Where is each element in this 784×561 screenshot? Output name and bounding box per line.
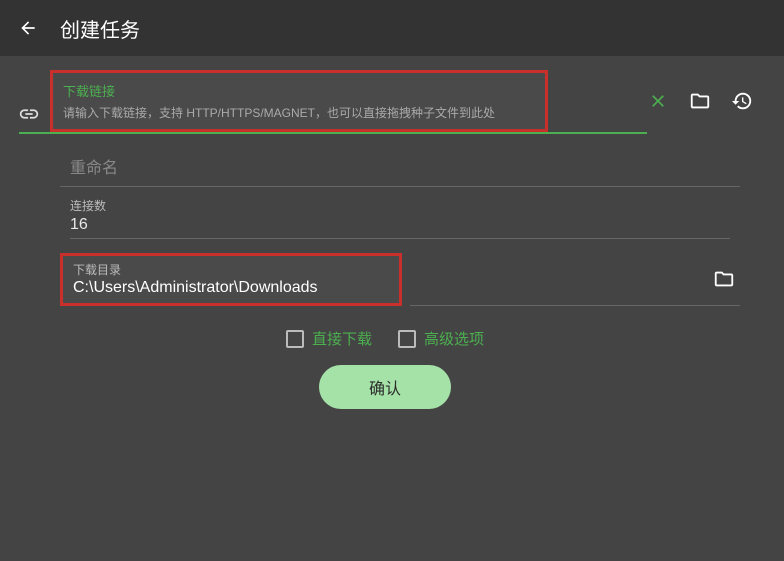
advanced-options-label: 高级选项 [424, 328, 484, 349]
url-input-placeholder: 请输入下载链接，支持 HTTP/HTTPS/MAGNET，也可以直接拖拽种子文件… [63, 104, 535, 121]
checkbox-box-icon [286, 330, 304, 348]
download-dir-value: C:\Users\Administrator\Downloads [73, 279, 389, 297]
download-dir-label: 下载目录 [73, 261, 389, 278]
directory-row: 下载目录 C:\Users\Administrator\Downloads [16, 253, 754, 306]
connections-underline [70, 238, 730, 239]
connections-label: 连接数 [70, 197, 730, 214]
choose-dir-button[interactable] [712, 267, 736, 291]
link-icon [18, 103, 40, 125]
open-file-button[interactable] [688, 89, 712, 113]
link-icon-column [16, 77, 42, 125]
url-input-label: 下载链接 [63, 81, 535, 100]
url-row: 下载链接 请输入下载链接，支持 HTTP/HTTPS/MAGNET，也可以直接拖… [16, 70, 754, 132]
folder-icon [689, 90, 711, 112]
connections-value: 16 [70, 216, 730, 234]
url-input[interactable]: 下载链接 请输入下载链接，支持 HTTP/HTTPS/MAGNET，也可以直接拖… [50, 70, 548, 132]
direct-download-checkbox[interactable]: 直接下载 [286, 328, 372, 349]
connections-field[interactable]: 连接数 16 [60, 191, 740, 234]
page-title: 创建任务 [60, 14, 140, 43]
app-header: 创建任务 [0, 0, 784, 56]
confirm-row: 确认 [16, 365, 754, 409]
download-dir-right [410, 253, 740, 306]
folder-icon [713, 268, 735, 290]
back-button[interactable] [16, 16, 40, 40]
direct-download-label: 直接下载 [312, 328, 372, 349]
checkbox-box-icon [398, 330, 416, 348]
confirm-button[interactable]: 确认 [319, 365, 451, 409]
arrow-left-icon [18, 18, 38, 38]
close-icon [648, 91, 668, 111]
history-button[interactable] [730, 89, 754, 113]
advanced-options-checkbox[interactable]: 高级选项 [398, 328, 484, 349]
rename-input[interactable]: 重命名 [60, 146, 740, 187]
history-icon [731, 90, 753, 112]
url-actions [646, 89, 754, 113]
url-active-underline [19, 132, 647, 134]
form-content: 下载链接 请输入下载链接，支持 HTTP/HTTPS/MAGNET，也可以直接拖… [0, 56, 784, 409]
clear-button[interactable] [646, 89, 670, 113]
download-dir-input[interactable]: 下载目录 C:\Users\Administrator\Downloads [60, 253, 402, 306]
checkbox-row: 直接下载 高级选项 [16, 328, 754, 349]
rename-placeholder: 重命名 [70, 154, 730, 178]
